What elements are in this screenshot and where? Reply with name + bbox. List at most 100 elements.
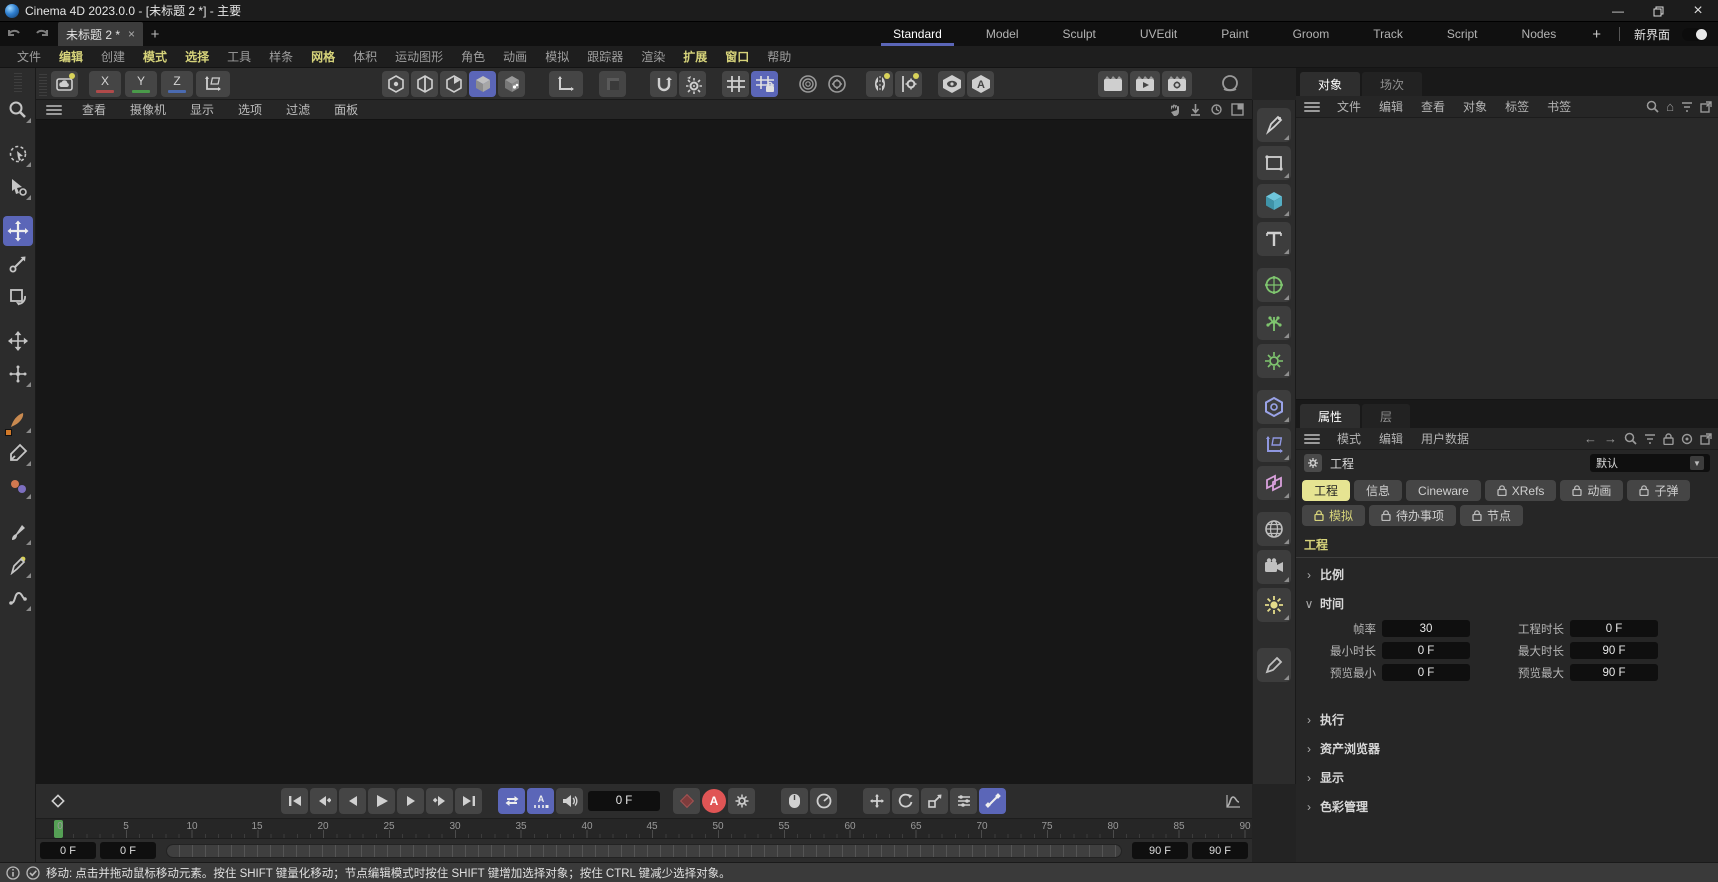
spline-smooth-tool-button[interactable] [3,583,33,613]
symmetry-settings-button[interactable] [895,71,922,97]
filter-icon[interactable] [1644,434,1656,444]
cat-tab-xrefs[interactable]: XRefs [1485,480,1557,501]
lock-y-axis-button[interactable]: Y [125,71,157,97]
polygon-mode-button[interactable] [440,71,467,97]
selection-filter-tool-button[interactable] [3,172,33,202]
toolbar-grip[interactable] [39,72,47,96]
section-display[interactable]: › 显示 [1296,763,1718,792]
om-menu-file[interactable]: 文件 [1328,98,1370,115]
model-mode-button[interactable] [469,71,496,97]
menu-spline[interactable]: 样条 [260,48,302,65]
tab-takes[interactable]: 场次 [1362,72,1422,96]
focus-icon[interactable] [1681,433,1693,445]
preview-start-field[interactable]: 0 F [100,842,156,859]
team-render-icon[interactable] [1216,71,1243,97]
workplane-axis-button[interactable] [1257,428,1291,462]
enable-snap-button[interactable] [650,71,677,97]
keyframe-settings-button[interactable] [728,788,755,814]
cat-tab-info[interactable]: 信息 [1354,480,1402,501]
min-time-field[interactable]: 0 F [1382,642,1470,659]
minimize-button[interactable]: — [1598,0,1638,22]
coordinate-snap-tool-button[interactable] [3,359,33,389]
record-mouse-button[interactable] [781,788,808,814]
interactive-render-region-icon[interactable] [794,71,821,97]
grid-snap-button[interactable] [722,71,749,97]
live-selection-tool-button[interactable] [3,139,33,169]
layout-tab-model[interactable]: Model [964,22,1041,46]
autokey-button[interactable]: A [702,789,726,813]
fcurve-editor-icon[interactable] [1219,788,1246,814]
section-time[interactable]: ∨ 时间 [1296,589,1718,618]
layout-tab-standard[interactable]: Standard [871,22,964,46]
preview-end-field[interactable]: 90 F [1132,842,1188,859]
viewport-solo-button[interactable] [938,71,965,97]
color-swatch[interactable] [5,429,12,436]
pan-view-icon[interactable] [1168,103,1181,116]
lock-icon[interactable] [1663,433,1674,445]
section-color-management[interactable]: › 色彩管理 [1296,792,1718,821]
layout-tab-groom[interactable]: Groom [1271,22,1352,46]
point-mode-button[interactable] [382,71,409,97]
lock-workplane-button[interactable] [751,71,778,97]
new-document-tab-button[interactable]: + [143,26,167,43]
menu-select[interactable]: 选择 [176,48,218,65]
paint-brush-tool-button[interactable] [3,438,33,468]
palette-grip[interactable] [14,72,22,92]
go-to-previous-frame-button[interactable] [339,788,366,814]
project-duration-field[interactable]: 0 F [1570,620,1658,637]
menu-tools[interactable]: 工具 [218,48,260,65]
om-menu-view[interactable]: 查看 [1412,98,1454,115]
section-scale[interactable]: › 比例 [1296,560,1718,589]
object-manager-hamburger-icon[interactable] [1304,102,1320,112]
menu-create[interactable]: 创建 [92,48,134,65]
viewport-menu-cameras[interactable]: 摄像机 [118,101,178,118]
popout-icon[interactable] [1700,101,1712,113]
brush-tool-button[interactable] [3,517,33,547]
loop-playback-button[interactable] [498,788,525,814]
cat-tab-project[interactable]: 工程 [1302,480,1350,501]
keyframe-position-toggle[interactable] [863,788,890,814]
maximize-button[interactable] [1638,0,1678,22]
keyframe-parameter-toggle[interactable] [950,788,977,814]
current-frame-field[interactable]: 0 F [588,791,660,811]
home-icon[interactable]: ⌂ [1666,100,1674,113]
pen-tool-button[interactable] [3,550,33,580]
zoom-tool-button[interactable] [3,95,33,125]
popout-icon[interactable] [1700,433,1712,445]
render-region-settings-icon[interactable] [823,71,850,97]
om-menu-objects[interactable]: 对象 [1454,98,1496,115]
interface-toggle[interactable] [1682,28,1708,41]
viewport-menu-filter[interactable]: 过滤 [274,101,322,118]
menu-tracker[interactable]: 跟踪器 [578,48,632,65]
text-spline-button[interactable] [1257,222,1291,256]
viewport-menu-options[interactable]: 选项 [226,101,274,118]
menu-mesh[interactable]: 网格 [302,48,344,65]
extrude-generator-button[interactable] [1257,306,1291,340]
history-back-icon[interactable]: ← [1584,432,1597,445]
light-button[interactable] [1257,588,1291,622]
toggle-view-layout-icon[interactable] [1231,103,1244,116]
redo-icon[interactable] [30,24,52,44]
history-forward-icon[interactable]: → [1604,432,1617,445]
render-settings-button[interactable] [1162,71,1192,97]
menu-volume[interactable]: 体积 [344,48,386,65]
subdivision-surface-button[interactable] [1257,268,1291,302]
om-menu-tags[interactable]: 标签 [1496,98,1538,115]
cat-tab-nodes[interactable]: 节点 [1460,505,1523,526]
menu-simulate[interactable]: 模拟 [536,48,578,65]
preview-max-field[interactable]: 90 F [1570,664,1658,681]
enable-axis-button[interactable] [549,71,583,97]
snap-settings-button[interactable] [679,71,706,97]
menu-file[interactable]: 文件 [8,48,50,65]
section-execution[interactable]: › 执行 [1296,705,1718,734]
attribute-manager-hamburger-icon[interactable] [1304,434,1320,444]
menu-mograph[interactable]: 运动图形 [386,48,452,65]
add-layout-button[interactable]: + [1578,26,1615,43]
viewport-canvas[interactable] [36,120,1252,784]
lock-x-axis-button[interactable]: X [89,71,121,97]
lock-z-axis-button[interactable]: Z [161,71,193,97]
tab-attributes[interactable]: 属性 [1300,404,1360,428]
am-menu-mode[interactable]: 模式 [1328,430,1370,447]
viewport-menu-display[interactable]: 显示 [178,101,226,118]
om-menu-bookmarks[interactable]: 书签 [1538,98,1580,115]
